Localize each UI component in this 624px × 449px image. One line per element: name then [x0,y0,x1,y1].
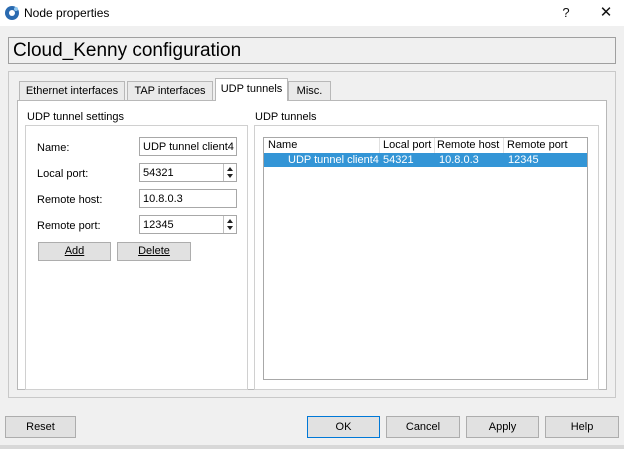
spin-down-icon[interactable] [227,226,233,230]
name-field[interactable] [139,137,237,156]
settings-group-title: UDP tunnel settings [27,111,125,123]
cell-remote-port: 12345 [508,154,539,166]
delete-button[interactable]: Delete [117,242,191,261]
cancel-button[interactable]: Cancel [386,416,460,438]
remote-host-field[interactable] [139,189,237,208]
gns3-app-icon [5,6,19,20]
config-header: Cloud_Kenny configuration [8,37,616,64]
cell-remote-host: 10.8.0.3 [439,154,479,166]
window-title: Node properties [24,6,110,20]
reset-button[interactable]: Reset [5,416,76,438]
cell-local-port: 54321 [383,154,414,166]
tab-ethernet-interfaces[interactable]: Ethernet interfaces [19,81,125,100]
local-port-label: Local port: [37,168,89,180]
column-header-remote-host[interactable]: Remote host [437,138,504,153]
column-header-name[interactable]: Name [268,138,380,153]
tunnels-list[interactable] [263,137,588,380]
spin-down-icon[interactable] [227,174,233,178]
column-header-remote-port[interactable]: Remote port [507,138,585,153]
cell-name: UDP tunnel client4 [288,154,379,166]
config-title: Cloud_Kenny configuration [13,40,242,61]
remote-port-label: Remote port: [37,220,101,232]
tab-misc[interactable]: Misc. [288,81,331,100]
help-button[interactable]: Help [545,416,619,438]
help-icon[interactable]: ? [548,1,584,25]
name-label: Name: [37,142,70,154]
table-row[interactable]: UDP tunnel client4 54321 10.8.0.3 12345 [264,153,587,167]
apply-button[interactable]: Apply [466,416,539,438]
remote-port-spin[interactable] [223,216,236,233]
spin-up-icon[interactable] [227,167,233,171]
title-bar: Node properties ? ✕ [0,0,624,26]
local-port-spin[interactable] [223,164,236,181]
tab-tap-interfaces[interactable]: TAP interfaces [127,81,213,100]
spin-up-icon[interactable] [227,219,233,223]
add-button[interactable]: Add [38,242,111,261]
tab-udp-tunnels[interactable]: UDP tunnels [215,78,288,101]
close-icon[interactable]: ✕ [588,1,624,25]
bottom-edge [0,445,624,449]
column-header-local-port[interactable]: Local port [383,138,435,153]
remote-host-label: Remote host: [37,194,103,206]
tunnels-group-title: UDP tunnels [255,111,317,123]
ok-button[interactable]: OK [307,416,380,438]
